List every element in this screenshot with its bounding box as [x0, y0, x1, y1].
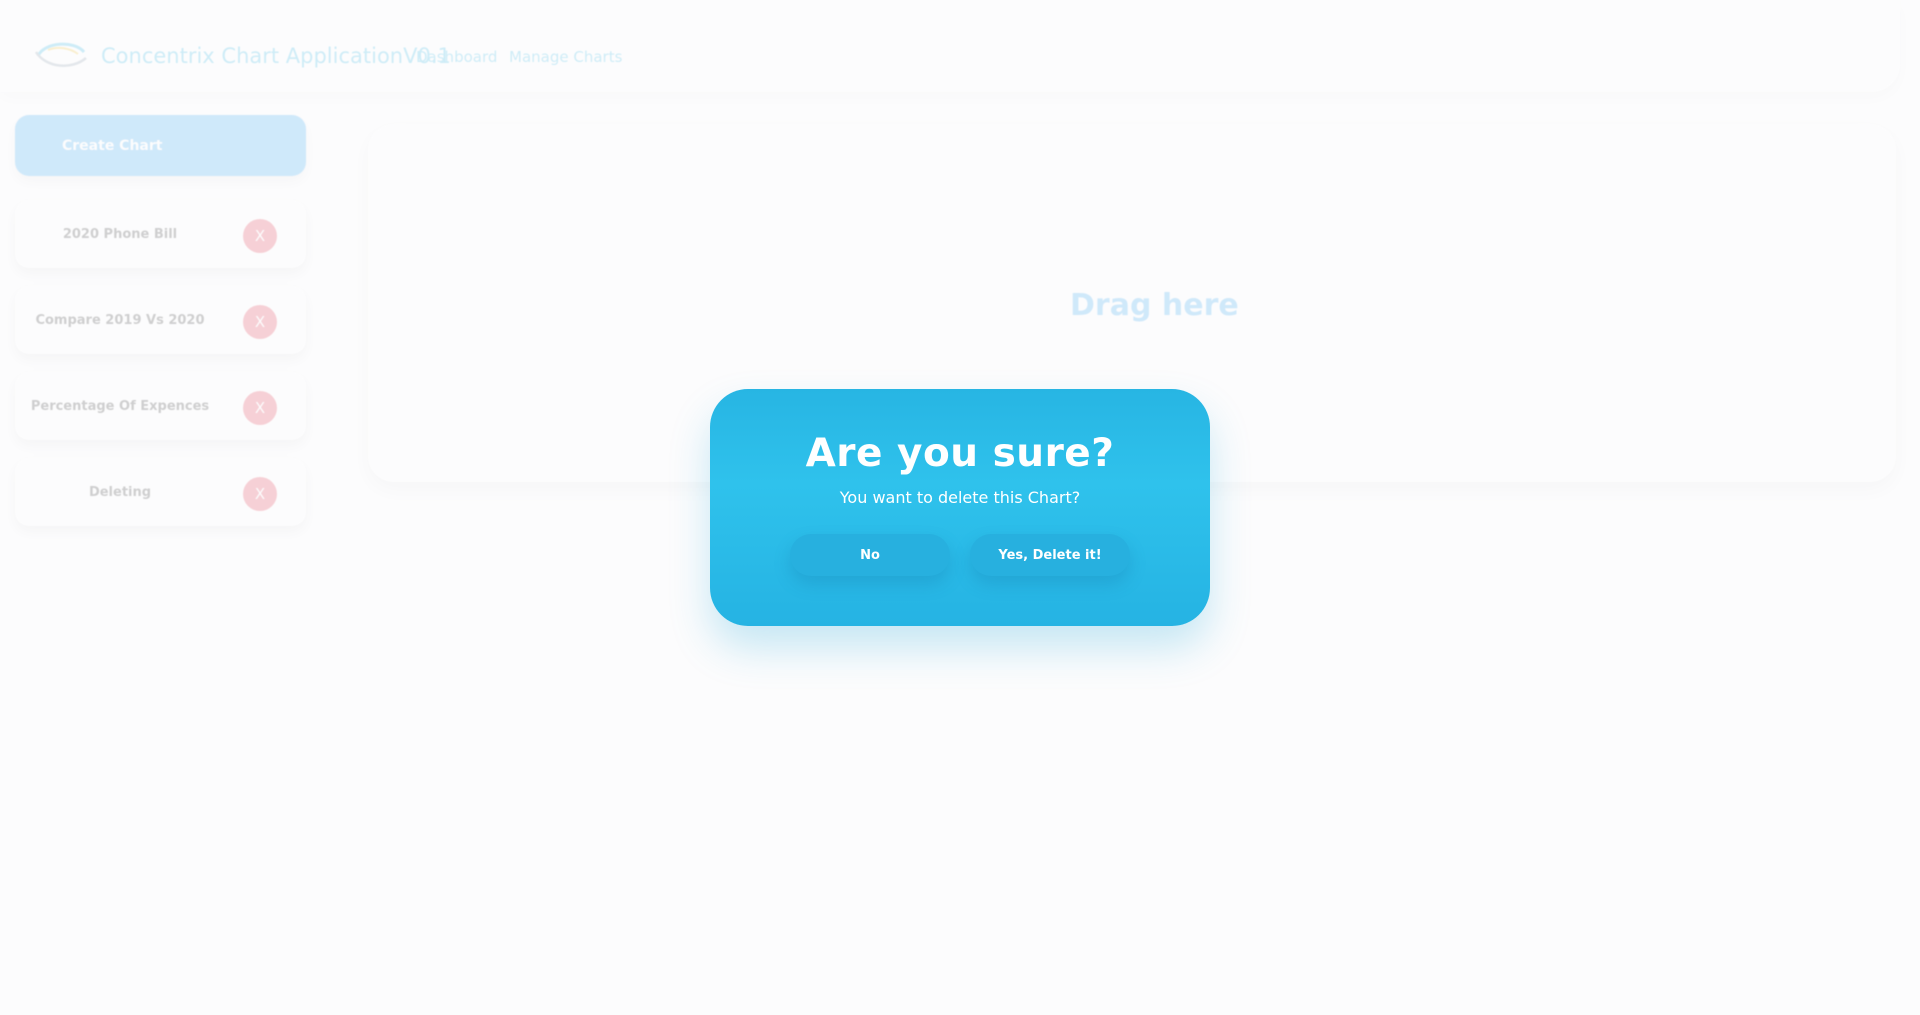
- nav-dashboard-link[interactable]: Dashboard: [416, 48, 497, 66]
- chart-name-label: 2020 Phone Bill: [62, 226, 178, 242]
- drop-zone-text: Drag here: [1070, 288, 1239, 323]
- app-root: Concentrix Chart ApplicationV0.1 Dashboa…: [0, 0, 1920, 1015]
- modal-title: Are you sure?: [805, 431, 1115, 476]
- chart-name-label: Deleting: [88, 484, 152, 500]
- delete-chart-button[interactable]: X: [243, 477, 277, 511]
- chart-list-item[interactable]: Deleting X: [15, 458, 306, 526]
- chart-list-item[interactable]: 2020 Phone Bill X: [15, 200, 306, 268]
- chart-list-item[interactable]: Percentage Of Expences X: [15, 372, 306, 440]
- delete-chart-button[interactable]: X: [243, 219, 277, 253]
- confirm-delete-modal: Are you sure? You want to delete this Ch…: [710, 389, 1210, 626]
- logo-icon: [34, 42, 87, 67]
- create-chart-button[interactable]: Create Chart: [15, 115, 306, 176]
- chart-name-label: Compare 2019 Vs 2020: [35, 312, 205, 328]
- top-navbar: Concentrix Chart ApplicationV0.1 Dashboa…: [0, 0, 1900, 92]
- app-title: Concentrix Chart ApplicationV0.1: [101, 44, 451, 68]
- modal-message: You want to delete this Chart?: [839, 488, 1081, 507]
- delete-chart-button[interactable]: X: [243, 305, 277, 339]
- chart-list-item[interactable]: Compare 2019 Vs 2020 X: [15, 286, 306, 354]
- confirm-delete-button[interactable]: Yes, Delete it!: [970, 534, 1130, 576]
- chart-name-label: Percentage Of Expences: [30, 398, 210, 414]
- nav-manage-charts-link[interactable]: Manage Charts: [509, 48, 622, 66]
- cancel-button[interactable]: No: [790, 534, 950, 576]
- delete-chart-button[interactable]: X: [243, 391, 277, 425]
